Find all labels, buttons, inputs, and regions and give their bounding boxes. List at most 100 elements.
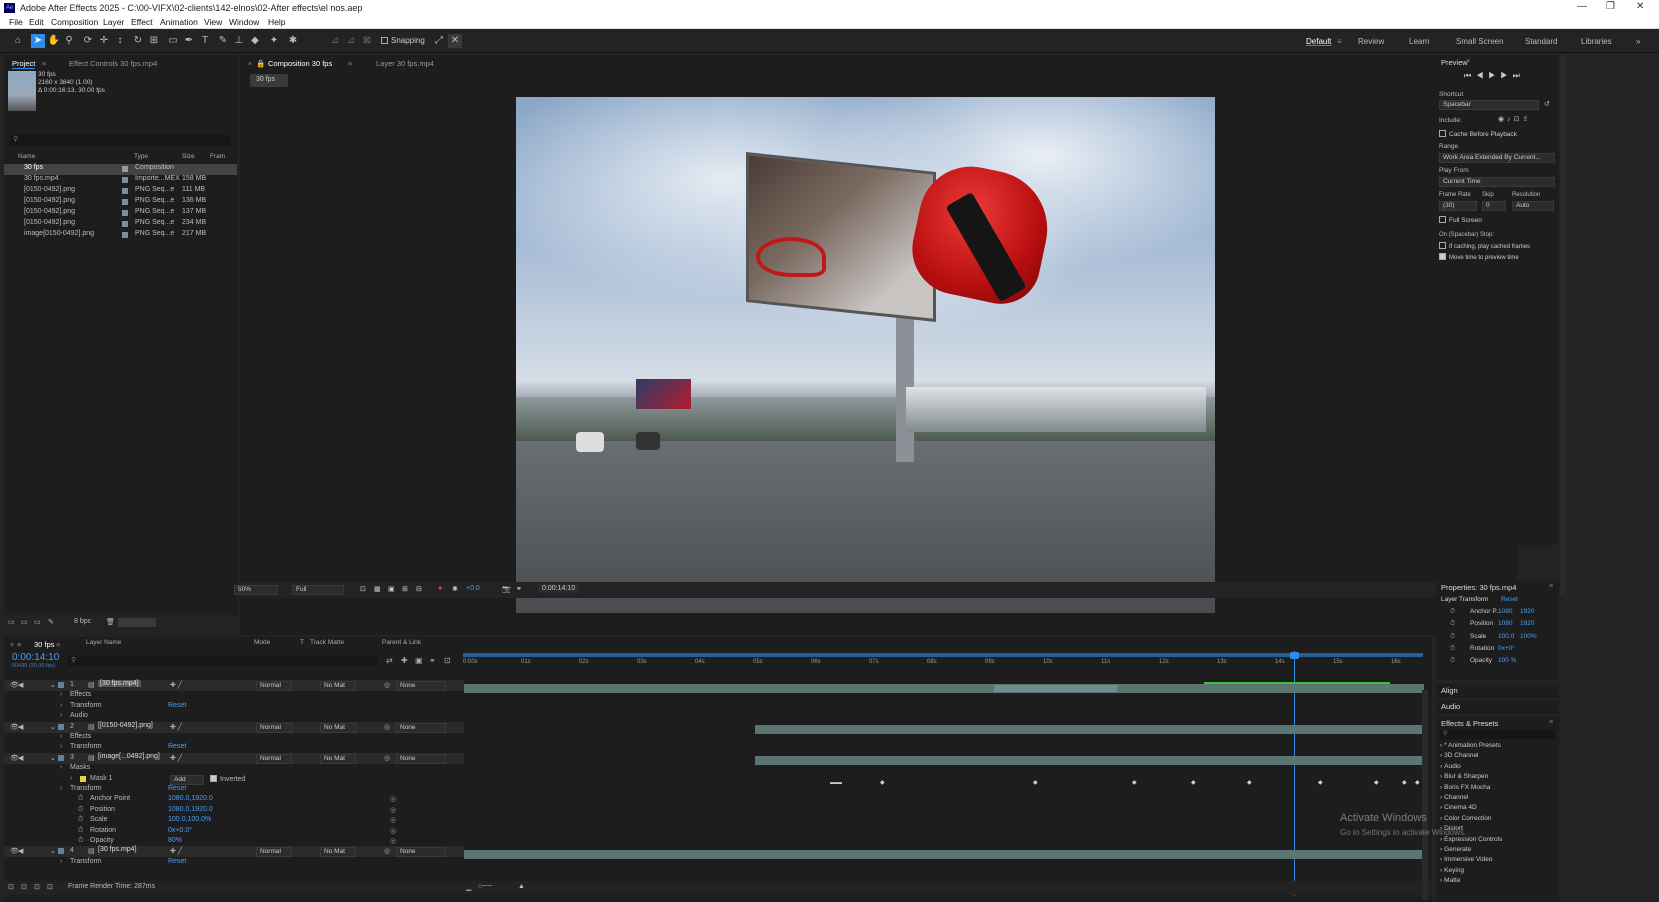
- property-row[interactable]: › Transform Reset: [4, 742, 464, 753]
- stopwatch-icon[interactable]: ⏱: [1450, 620, 1455, 628]
- tab-composition[interactable]: Composition 30 fps: [268, 59, 332, 68]
- expand-category-icon[interactable]: ›: [1440, 846, 1442, 853]
- list-item[interactable]: [0150-0492].png PNG Seq...e 234 MB: [4, 219, 237, 230]
- new-comp-icon[interactable]: ▭: [34, 618, 41, 626]
- effect-category[interactable]: › Generate: [1440, 846, 1471, 853]
- resolution-dropdown[interactable]: Full: [292, 585, 344, 595]
- stopwatch-icon[interactable]: ⏱: [1450, 633, 1455, 641]
- skip-dropdown[interactable]: 0: [1482, 201, 1506, 211]
- play-from-dropdown[interactable]: Current Time: [1439, 177, 1555, 187]
- col-t[interactable]: T: [300, 639, 304, 646]
- property-row[interactable]: ⏱ Position 1080.0,1920.0 ◎: [4, 805, 464, 816]
- expand-property-icon[interactable]: ›: [60, 858, 62, 865]
- layer-label-swatch[interactable]: [58, 848, 64, 855]
- brush-tool-icon[interactable]: ✎: [216, 34, 230, 48]
- stopwatch-icon[interactable]: ⏱: [78, 816, 83, 824]
- layer-name[interactable]: [image[...0492].png]: [98, 753, 160, 760]
- move-time-checkbox[interactable]: [1439, 253, 1446, 260]
- prev-frame-icon[interactable]: ◀: [1476, 71, 1488, 80]
- workspace-default[interactable]: Default: [1306, 37, 1331, 46]
- rectangle-tool-icon[interactable]: ▭: [166, 34, 180, 48]
- 3d-view-icon[interactable]: ⊟: [416, 585, 422, 593]
- transfer-controls-icon[interactable]: ⊡: [21, 883, 27, 891]
- expression-pickwhip-icon[interactable]: ◎: [390, 795, 396, 803]
- workspace-review[interactable]: Review: [1358, 37, 1384, 46]
- keyframe[interactable]: ◆: [1033, 780, 1038, 786]
- menu-layer[interactable]: Layer: [103, 17, 124, 27]
- property-item[interactable]: ⏱ Rotation 0x+0°: [1436, 644, 1559, 655]
- expand-category-icon[interactable]: ›: [1440, 815, 1442, 822]
- keyframe[interactable]: ◆: [1191, 780, 1196, 786]
- exposure-value[interactable]: +0.0: [466, 585, 480, 592]
- adjust-icon[interactable]: ✎: [48, 618, 54, 626]
- render-time-icon[interactable]: ⊡: [47, 883, 53, 891]
- home-icon[interactable]: ⌂: [11, 34, 25, 48]
- expand-category-icon[interactable]: ›: [1440, 752, 1442, 759]
- expand-layer-icon[interactable]: ⌄: [50, 723, 56, 731]
- property-reset[interactable]: Reset: [168, 702, 186, 709]
- expand-category-icon[interactable]: ›: [1440, 773, 1442, 780]
- include-export-icon[interactable]: ⇪: [1522, 116, 1531, 123]
- effects-menu-icon[interactable]: ≡: [1549, 719, 1553, 726]
- menu-composition[interactable]: Composition: [51, 17, 98, 27]
- cache-checkbox[interactable]: [1439, 130, 1446, 137]
- maximize-icon[interactable]: ❐: [1606, 1, 1615, 12]
- property-reset[interactable]: Reset: [168, 858, 186, 865]
- expand-property-icon[interactable]: ›: [60, 785, 62, 792]
- expand-layer-icon[interactable]: ⌄: [50, 754, 56, 762]
- property-item-value2[interactable]: 100%: [1520, 633, 1537, 640]
- snap-target-icon[interactable]: ✕: [448, 34, 462, 48]
- zoom-tool-icon[interactable]: ⚲: [62, 34, 76, 48]
- comp-tab-menu-icon[interactable]: ≡: [348, 59, 352, 68]
- property-item-value2[interactable]: 1920: [1520, 608, 1534, 615]
- property-item[interactable]: ⏱ Position 1080 1920: [1436, 619, 1559, 630]
- grid-guides-icon[interactable]: ⊞: [402, 585, 408, 593]
- layer-label-swatch[interactable]: [58, 682, 64, 688]
- layer-name[interactable]: [30 fps.mp4]: [98, 680, 141, 687]
- frame-blending-icon[interactable]: ⚭: [429, 656, 436, 665]
- layer-bar-2[interactable]: [755, 725, 1424, 734]
- stopwatch-icon[interactable]: ⏱: [1450, 645, 1455, 653]
- type-tool-icon[interactable]: T: [198, 34, 212, 48]
- right-scrollbar[interactable]: [1560, 55, 1566, 595]
- col-mode[interactable]: Mode: [254, 639, 270, 646]
- expression-pickwhip-icon[interactable]: ◎: [390, 816, 396, 824]
- pick-whip-icon[interactable]: ◎: [384, 847, 390, 855]
- workspace-standard[interactable]: Standard: [1525, 37, 1557, 46]
- first-frame-icon[interactable]: ⏮: [1464, 71, 1476, 80]
- expand-layer-icon[interactable]: ⌄: [50, 681, 56, 689]
- property-value[interactable]: 80%: [168, 837, 182, 844]
- color-management-icon[interactable]: ✺: [452, 585, 458, 593]
- col-parent-link[interactable]: Parent & Link: [382, 639, 421, 646]
- effect-category[interactable]: › Blur & Sharpen: [1440, 773, 1488, 780]
- layer-row[interactable]: 👁 ◀ ⌄ 1 ▤ [30 fps.mp4] ✚ ╱ Normal No Mat ◎ None: [4, 680, 464, 691]
- audio-toggle-icon[interactable]: ◀: [18, 754, 23, 762]
- property-item[interactable]: ⏱ Anchor P... 1080 1920: [1436, 607, 1559, 618]
- layer-label-swatch[interactable]: [58, 723, 64, 730]
- mask-visibility-icon[interactable]: ▣: [388, 585, 395, 593]
- property-item-value1[interactable]: 1080: [1498, 608, 1512, 615]
- property-row[interactable]: › Audio: [4, 711, 464, 722]
- viewer-timecode[interactable]: 0:00:14:10: [538, 584, 580, 593]
- layer-name[interactable]: [30 fps.mp4]: [98, 846, 137, 853]
- inverted-checkbox[interactable]: [210, 774, 217, 782]
- expand-category-icon[interactable]: ›: [1440, 763, 1442, 770]
- property-row[interactable]: ⏱ Anchor Point 1080.0,1920.0 ◎: [4, 794, 464, 805]
- world-axis-icon[interactable]: ⊿: [344, 34, 358, 48]
- keyframe[interactable]: ◆: [1402, 780, 1407, 786]
- mask-inverted[interactable]: Inverted: [210, 774, 245, 783]
- property-row[interactable]: › Effects: [4, 732, 464, 743]
- stopwatch-icon[interactable]: ⏱: [78, 795, 83, 803]
- mask-name[interactable]: Mask 1: [90, 775, 113, 782]
- property-item-value1[interactable]: 100 %: [1498, 657, 1516, 664]
- effect-category[interactable]: › Matte: [1440, 877, 1460, 884]
- playhead-handle[interactable]: [1290, 652, 1299, 659]
- lock-icon[interactable]: 🔒: [256, 59, 265, 68]
- keyframe[interactable]: ◆: [1374, 780, 1379, 786]
- shortcut-dropdown[interactable]: Spacebar: [1439, 100, 1539, 110]
- show-channel-icon[interactable]: ●: [438, 585, 442, 592]
- project-search-input[interactable]: ⚲: [10, 135, 230, 146]
- stopwatch-icon[interactable]: ⏱: [78, 806, 83, 814]
- snapping-toggle[interactable]: Snapping: [381, 36, 425, 45]
- property-row[interactable]: › Effects: [4, 690, 464, 701]
